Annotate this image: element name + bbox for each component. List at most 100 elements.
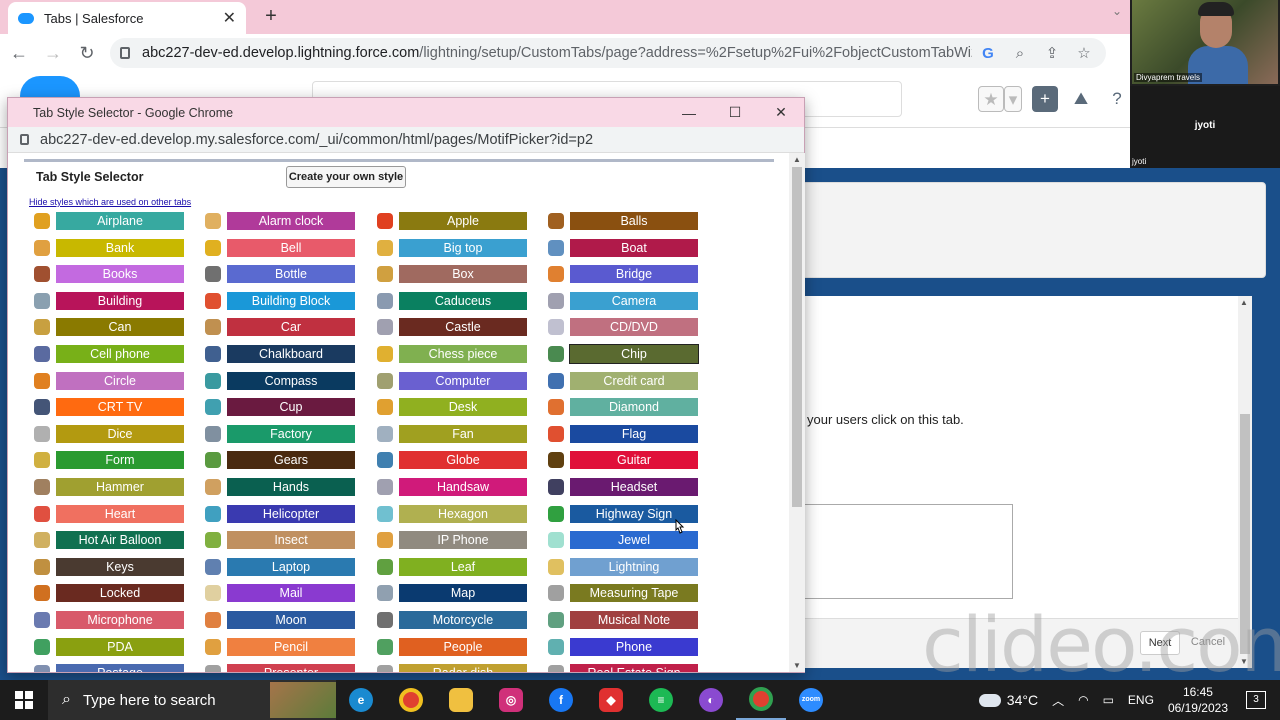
hide-used-styles-link[interactable]: Hide styles which are used on other tabs bbox=[29, 197, 191, 207]
style-option[interactable]: Motorcycle bbox=[377, 610, 537, 630]
style-option[interactable]: Box bbox=[377, 264, 537, 284]
style-option[interactable]: Can bbox=[34, 317, 194, 337]
style-icon[interactable] bbox=[205, 346, 221, 362]
style-swatch-label[interactable]: Leaf bbox=[399, 557, 527, 576]
style-swatch-label[interactable]: Big top bbox=[399, 238, 527, 257]
style-icon[interactable] bbox=[377, 292, 393, 309]
popup-scrollbar[interactable]: ▲ ▼ bbox=[789, 153, 805, 672]
style-swatch-label[interactable]: Can bbox=[56, 318, 184, 337]
participant-video[interactable]: Divyaprem travels bbox=[1132, 0, 1278, 84]
browser-tab[interactable]: Tabs | Salesforce ✕ bbox=[8, 2, 246, 34]
taskbar-chrome[interactable] bbox=[386, 680, 436, 720]
style-icon[interactable] bbox=[205, 319, 221, 336]
style-swatch-label[interactable]: Boat bbox=[570, 238, 698, 257]
popup-scroll-up-icon[interactable]: ▲ bbox=[793, 155, 801, 164]
chevron-up-icon[interactable]: ︿ bbox=[1052, 692, 1064, 709]
style-swatch-label[interactable]: Keys bbox=[56, 557, 184, 576]
style-swatch-label[interactable]: Lightning bbox=[570, 557, 698, 576]
style-swatch-label[interactable]: Handsaw bbox=[399, 478, 527, 496]
style-option[interactable]: Heart bbox=[34, 504, 194, 524]
weather-widget[interactable]: 34°C bbox=[978, 692, 1038, 708]
style-swatch-label[interactable]: Bank bbox=[56, 238, 184, 257]
style-swatch-label[interactable]: Fan bbox=[399, 424, 527, 443]
style-swatch-label[interactable]: Factory bbox=[227, 424, 355, 443]
style-icon[interactable] bbox=[205, 266, 221, 283]
style-icon[interactable] bbox=[205, 558, 221, 575]
style-option[interactable]: Caduceus bbox=[377, 291, 537, 311]
style-icon[interactable] bbox=[205, 372, 221, 389]
style-option[interactable]: Musical Note bbox=[548, 610, 708, 630]
style-icon[interactable] bbox=[548, 399, 564, 416]
style-icon[interactable] bbox=[377, 213, 393, 229]
style-option[interactable]: Desk bbox=[377, 397, 537, 417]
back-arrow-icon[interactable]: ← bbox=[4, 38, 34, 68]
style-swatch-label[interactable]: Phone bbox=[570, 637, 698, 656]
style-swatch-label[interactable]: Microphone bbox=[56, 611, 184, 629]
global-actions-plus-icon[interactable]: + bbox=[1032, 86, 1058, 112]
style-option[interactable]: Books bbox=[34, 264, 194, 284]
taskbar-chrome-active[interactable] bbox=[736, 680, 786, 720]
style-swatch-label[interactable]: PDA bbox=[56, 637, 184, 656]
style-option[interactable]: Leaf bbox=[377, 557, 537, 577]
style-option[interactable]: Boat bbox=[548, 238, 708, 258]
style-icon[interactable] bbox=[34, 425, 50, 442]
taskbar-facebook[interactable]: f bbox=[536, 680, 586, 720]
style-icon[interactable] bbox=[548, 425, 564, 442]
style-swatch-label[interactable]: Caduceus bbox=[399, 291, 527, 310]
style-option[interactable]: Building bbox=[34, 291, 194, 311]
new-tab-button[interactable]: + bbox=[259, 5, 283, 29]
style-option[interactable]: Hot Air Balloon bbox=[34, 530, 194, 550]
address-bar[interactable]: abc227-dev-ed.develop.lightning.force.co… bbox=[110, 38, 1106, 68]
style-option[interactable]: Dice bbox=[34, 424, 194, 444]
style-icon[interactable] bbox=[205, 292, 221, 309]
style-swatch-label[interactable]: Radar dish bbox=[399, 664, 527, 672]
style-swatch-label[interactable]: Moon bbox=[227, 611, 355, 629]
style-icon[interactable] bbox=[34, 292, 50, 309]
style-swatch-label[interactable]: Globe bbox=[399, 451, 527, 470]
style-option[interactable]: Phone bbox=[548, 637, 708, 657]
style-option[interactable]: Chalkboard bbox=[205, 344, 365, 364]
clock[interactable]: 16:45 06/19/2023 bbox=[1168, 684, 1228, 716]
style-icon[interactable] bbox=[205, 213, 221, 229]
style-swatch-label[interactable]: Insect bbox=[227, 531, 355, 550]
style-option[interactable]: Cup bbox=[205, 397, 365, 417]
style-icon[interactable] bbox=[548, 612, 564, 628]
style-option[interactable]: Building Block bbox=[205, 291, 365, 311]
style-swatch-label[interactable]: Hammer bbox=[56, 478, 184, 496]
style-swatch-label[interactable]: Flag bbox=[570, 424, 698, 443]
style-swatch-label[interactable]: Form bbox=[56, 451, 184, 470]
style-icon[interactable] bbox=[548, 319, 564, 336]
style-icon[interactable] bbox=[377, 372, 393, 389]
popup-scroll-thumb[interactable] bbox=[792, 167, 802, 507]
style-option[interactable]: Alarm clock bbox=[205, 211, 365, 231]
style-option[interactable]: Hammer bbox=[34, 477, 194, 497]
style-option[interactable]: Chip bbox=[548, 344, 708, 364]
help-icon[interactable]: ? bbox=[1104, 86, 1130, 112]
style-icon[interactable] bbox=[34, 399, 50, 416]
taskbar-instagram[interactable]: ◎ bbox=[486, 680, 536, 720]
style-option[interactable]: Helicopter bbox=[205, 504, 365, 524]
style-swatch-label[interactable]: Building Block bbox=[227, 291, 355, 310]
taskbar-zoom[interactable]: zoom bbox=[786, 680, 836, 720]
style-option[interactable]: Diamond bbox=[548, 397, 708, 417]
style-swatch-label[interactable]: Real Estate Sign bbox=[570, 664, 698, 672]
style-swatch-label[interactable]: Compass bbox=[227, 371, 355, 390]
style-swatch-label[interactable]: IP Phone bbox=[399, 531, 527, 550]
battery-icon[interactable]: ▭ bbox=[1103, 693, 1114, 707]
style-swatch-label[interactable]: Castle bbox=[399, 318, 527, 337]
style-icon[interactable] bbox=[205, 612, 221, 628]
style-swatch-label[interactable]: Books bbox=[56, 265, 184, 284]
create-own-style-button[interactable]: Create your own style bbox=[286, 166, 406, 188]
style-swatch-label[interactable]: CRT TV bbox=[56, 398, 184, 417]
taskbar-spotify[interactable]: ≡ bbox=[636, 680, 686, 720]
style-icon[interactable] bbox=[34, 612, 50, 628]
style-option[interactable]: Postage bbox=[34, 663, 194, 672]
style-icon[interactable] bbox=[34, 239, 50, 256]
reload-icon[interactable]: ↻ bbox=[72, 38, 102, 68]
style-swatch-label[interactable]: Building bbox=[56, 291, 184, 310]
style-option[interactable]: People bbox=[377, 637, 537, 657]
taskbar-search[interactable]: ⌕ Type here to search bbox=[48, 680, 336, 720]
style-swatch-label[interactable]: Hexagon bbox=[399, 504, 527, 523]
favorites-dropdown-icon[interactable]: ▾ bbox=[1004, 86, 1022, 112]
style-swatch-label[interactable]: Bridge bbox=[570, 265, 698, 284]
